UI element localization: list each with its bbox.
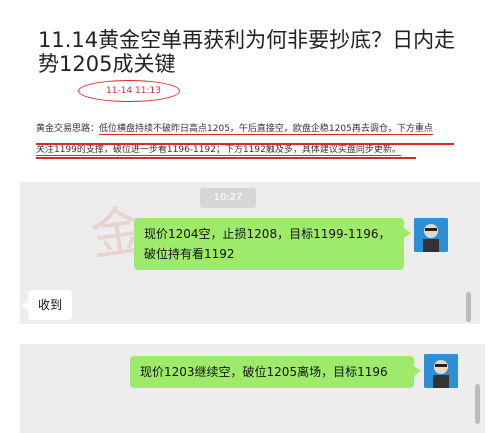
scrollbar-thumb[interactable] — [475, 384, 480, 424]
user-avatar-icon[interactable] — [414, 218, 448, 252]
red-underline-2 — [36, 157, 416, 159]
chat-message-3[interactable]: 现价1203继续空，破位1205离场，目标1196 — [130, 356, 421, 388]
user-avatar-icon[interactable] — [424, 354, 458, 388]
chat-message-2-text: 收到 — [38, 298, 63, 312]
chat-timestamp: 10:27 — [200, 188, 256, 208]
chat-message-2[interactable]: 收到 — [21, 290, 73, 320]
summary-prefix: 黄金交易思路： — [36, 124, 100, 134]
scrollbar-thumb[interactable] — [466, 292, 471, 322]
article-date: 11-14 11:13 — [106, 86, 161, 96]
article-summary: 黄金交易思路：低位横盘持续不破昨日高点1205，午后直接空，欧盘企稳1205再去… — [36, 119, 456, 161]
summary-underlined-2: 关注1199的支撑，破位进一步看1196-1192；下方1192触及多，具体建议… — [36, 145, 401, 156]
chat-screenshot-1: 金 10:27 现价1204空，止损1208，目标1199-1196，破位持有看… — [20, 182, 480, 324]
summary-underlined-1: 低位横盘持续不破昨日高点1205，午后直接空，欧盘企稳1205再去调仓，下方重点 — [99, 124, 433, 135]
red-underline-1 — [36, 143, 454, 145]
avatar-portrait — [424, 354, 458, 388]
article-title: 11.14黄金空单再获利为何非要抄底？日内走势1205成关键 — [38, 28, 456, 76]
chat-message-1[interactable]: 现价1204空，止损1208，目标1199-1196，破位持有看1192 — [134, 218, 411, 270]
chat-screenshot-2: 现价1203继续空，破位1205离场，目标1196 — [20, 344, 485, 433]
chat-message-3-text: 现价1203继续空，破位1205离场，目标1196 — [140, 365, 388, 379]
avatar-portrait — [414, 218, 448, 252]
chat-message-1-text: 现价1204空，止损1208，目标1199-1196，破位持有看1192 — [144, 227, 391, 261]
